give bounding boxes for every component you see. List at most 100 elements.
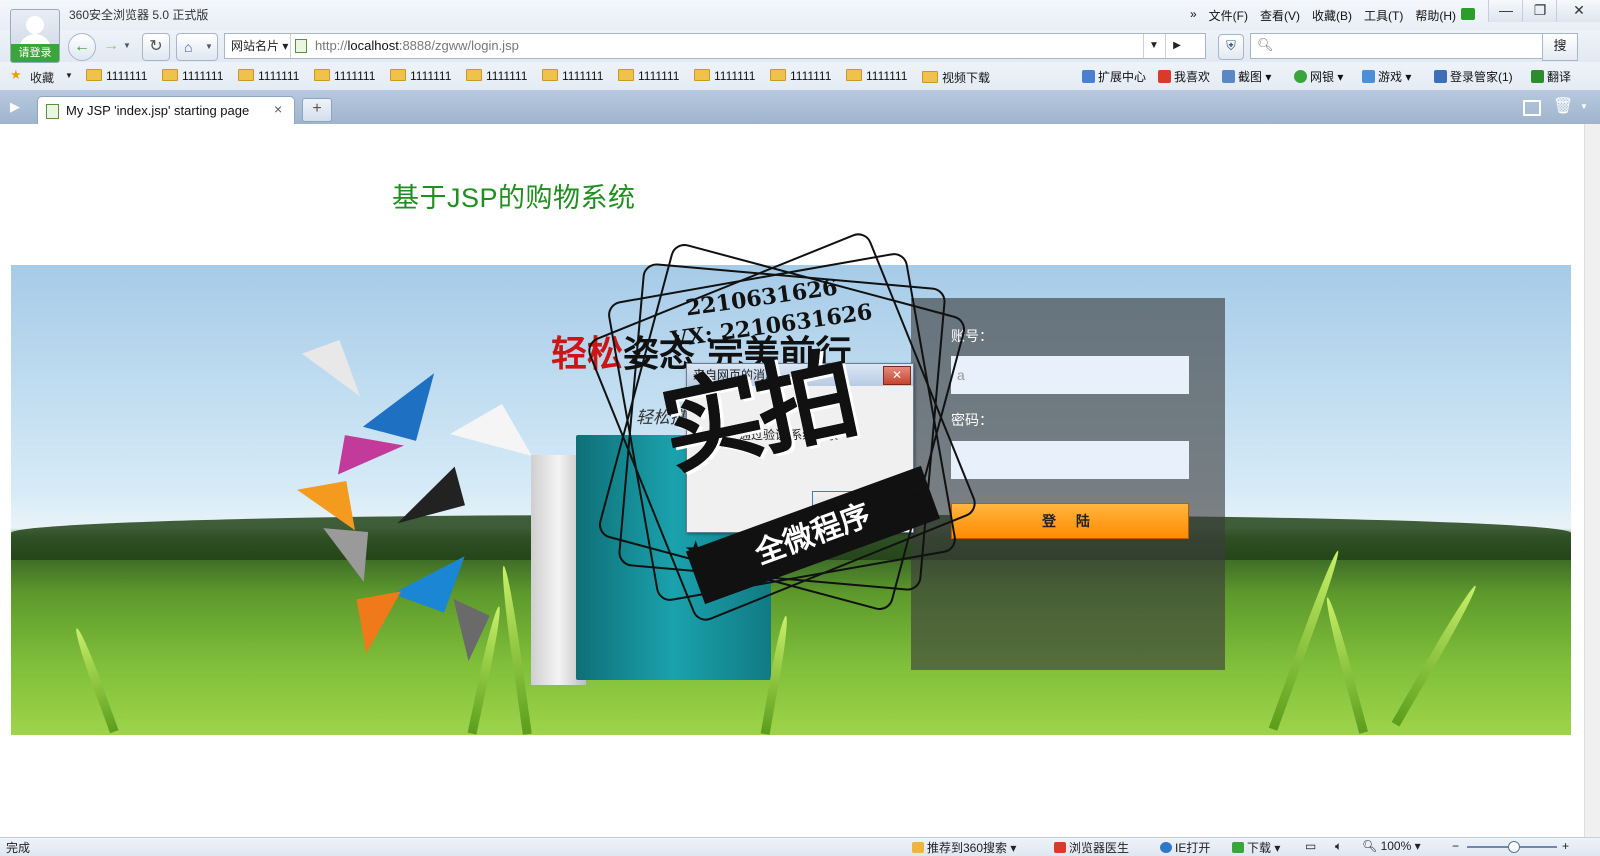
tool-screenshot[interactable]: 截图 ▾ [1222, 68, 1271, 85]
site-card-button[interactable]: 网站名片 ▾ [225, 34, 291, 58]
bookmark-item[interactable]: 1111111 [846, 69, 907, 83]
refresh-button[interactable]: ↻ [142, 33, 170, 61]
bookmark-item[interactable]: 1111111 [314, 69, 375, 83]
monitor-icon[interactable]: ▭ [1305, 839, 1316, 853]
restore-tabs-icon[interactable] [1523, 100, 1541, 116]
back-button[interactable]: ← [68, 33, 96, 61]
tab-active[interactable]: My JSP 'index.jsp' starting page × [37, 96, 295, 124]
forward-button[interactable]: → [100, 33, 122, 59]
tab-title: My JSP 'index.jsp' starting page [66, 103, 250, 118]
star-icon: ★ [900, 483, 924, 513]
tool-bank[interactable]: 网银 ▾ [1294, 68, 1343, 85]
bank-icon [1294, 70, 1307, 83]
new-tab-button[interactable]: + [302, 98, 332, 122]
go-icon[interactable]: ▶ [1165, 34, 1188, 58]
browser-doctor[interactable]: 浏览器医生 [1054, 839, 1129, 856]
tool-like[interactable]: 我喜欢 [1158, 68, 1210, 85]
skin-icon[interactable] [1461, 8, 1475, 20]
tab-bar: ▶ My JSP 'index.jsp' starting page × + 🗑… [0, 90, 1600, 124]
bookmark-item[interactable]: 1111111 [770, 69, 831, 83]
trash-icon[interactable]: 🗑︎ [1553, 96, 1573, 116]
login-label[interactable]: 请登录 [11, 44, 59, 62]
bookmark-item[interactable]: 1111111 [542, 69, 603, 83]
ie-icon [1160, 842, 1172, 853]
menu-tools[interactable]: 工具(T) [1364, 7, 1403, 24]
folder-icon [390, 69, 406, 81]
tool-login-manager[interactable]: 登录管家(1) [1434, 68, 1513, 85]
home-dropdown-icon[interactable]: ▼ [205, 42, 213, 51]
bookmark-item[interactable]: 1111111 [162, 69, 223, 83]
sidebar-toggle-icon[interactable]: ▶ [10, 99, 20, 115]
url-text[interactable]: http://localhost:8888/zgww/login.jsp [315, 34, 519, 58]
zoom-level[interactable]: 🔍︎ 100% ▾ [1362, 839, 1421, 853]
login-button[interactable]: 登 陆 [951, 503, 1189, 539]
folder-icon [466, 69, 482, 81]
favorites-button[interactable]: 收藏 [30, 69, 54, 86]
gamepad-icon [1362, 70, 1375, 83]
address-dropdown-icon[interactable]: ▼ [1143, 34, 1164, 58]
menu-favorites[interactable]: 收藏(B) [1312, 7, 1352, 24]
menu-view[interactable]: 查看(V) [1260, 7, 1300, 24]
medkit-icon [1054, 842, 1066, 853]
star-icon: ★ [10, 67, 22, 82]
zoom-in-icon[interactable]: + [1562, 839, 1569, 853]
minimize-button[interactable]: — [1488, 0, 1523, 22]
username-input[interactable] [951, 356, 1189, 394]
vertical-scrollbar[interactable] [1584, 124, 1600, 837]
password-input[interactable] [951, 441, 1189, 479]
heart-icon [1158, 70, 1171, 83]
watermark-stamp: 2210631626 VX: 2210631626 实拍 全微程序 ★ ★ [584, 229, 980, 640]
folder-icon [846, 69, 862, 81]
folder-icon [162, 69, 178, 81]
app-title: 360安全浏览器 5.0 正式版 [69, 8, 209, 22]
ie-open[interactable]: IE打开 [1160, 839, 1210, 856]
url-host: localhost [347, 38, 399, 53]
bookmark-item[interactable]: 1111111 [86, 69, 147, 83]
page-icon [295, 39, 307, 53]
tool-extensions[interactable]: 扩展中心 [1082, 68, 1146, 85]
zoom-slider-handle[interactable] [1508, 841, 1520, 853]
folder-icon [86, 69, 102, 81]
bookmark-item[interactable]: 1111111 [390, 69, 451, 83]
page-icon [46, 104, 59, 119]
close-window-button[interactable]: ✕ [1556, 0, 1600, 22]
more-chevron-icon[interactable]: » [1190, 7, 1197, 24]
search-icon: 🔍︎ [1257, 37, 1274, 52]
bookmark-item[interactable]: 1111111 [466, 69, 527, 83]
tab-close-icon[interactable]: × [274, 101, 282, 117]
title-bar: 360安全浏览器 5.0 正式版 » 文件(F) 查看(V) 收藏(B) 工具(… [0, 0, 1600, 30]
search-input[interactable]: 🔍︎ [1250, 33, 1544, 59]
download[interactable]: 下载 ▾ [1232, 839, 1280, 856]
menu-file[interactable]: 文件(F) [1209, 7, 1248, 24]
folder-icon [238, 69, 254, 81]
page-title: 基于JSP的购物系统 [392, 183, 636, 213]
tool-translate[interactable]: 翻译 [1531, 68, 1571, 85]
trash-dropdown-icon[interactable]: ▼ [1580, 102, 1588, 111]
address-bar[interactable]: 网站名片 ▾ http://localhost:8888/zgww/login.… [224, 33, 1206, 59]
home-button[interactable]: ⌂ ▼ [176, 33, 218, 61]
bookmark-item[interactable]: 1111111 [238, 69, 299, 83]
zoom-out-icon[interactable]: − [1452, 839, 1459, 853]
status-bar: 完成 推荐到360搜索 ▾ 浏览器医生 IE打开 下载 ▾ ▭ 🔈︎ 🔍︎ 10… [0, 837, 1600, 856]
folder-icon [314, 69, 330, 81]
volume-icon[interactable]: 🔈︎ [1335, 839, 1342, 854]
search-button[interactable]: 搜 [1542, 33, 1578, 61]
shield-icon[interactable]: ⛨ [1218, 34, 1244, 60]
folder-icon [542, 69, 558, 81]
restore-button[interactable]: ❐ [1522, 0, 1557, 22]
menu-help[interactable]: 帮助(H) [1415, 7, 1456, 24]
forward-dropdown-icon[interactable]: ▼ [123, 41, 131, 50]
status-text: 完成 [6, 841, 31, 855]
url-path: :8888/zgww/login.jsp [398, 38, 519, 53]
bookmark-item[interactable]: 1111111 [618, 69, 679, 83]
folder-icon [618, 69, 634, 81]
favorites-bar: ★ 收藏 ▼ 1111111 1111111 1111111 1111111 1… [0, 62, 1600, 91]
bookmark-item[interactable]: 视频下载 [922, 69, 990, 86]
recommend-360-search[interactable]: 推荐到360搜索 ▾ [912, 839, 1016, 856]
tool-games[interactable]: 游戏 ▾ [1362, 68, 1411, 85]
avatar[interactable]: 请登录 [10, 9, 60, 63]
thumb-icon [912, 842, 924, 853]
avatar-head-icon [26, 16, 44, 34]
bookmark-item[interactable]: 1111111 [694, 69, 755, 83]
favorites-dropdown-icon[interactable]: ▼ [65, 71, 73, 80]
